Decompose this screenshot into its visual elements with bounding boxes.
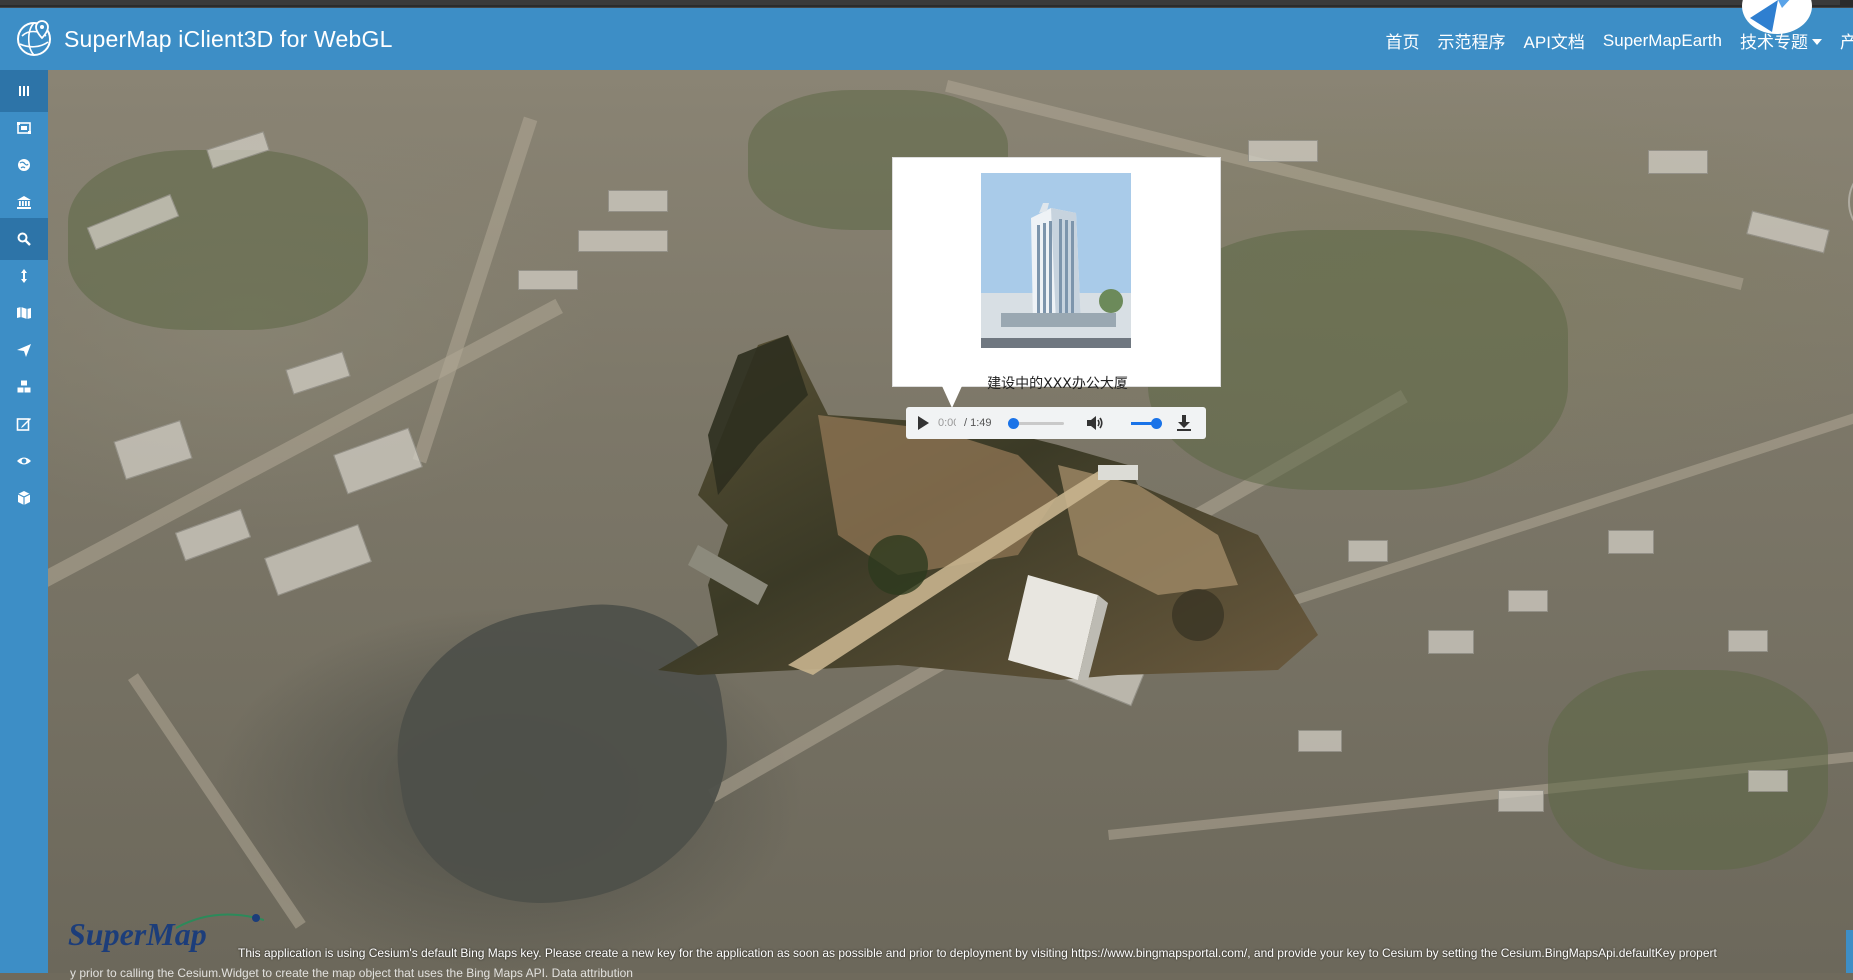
audio-current-time: 0:00 <box>938 417 956 429</box>
building <box>1428 630 1474 654</box>
sidebar-item-cube[interactable] <box>0 477 48 519</box>
cube-icon <box>17 491 31 505</box>
send-icon <box>17 344 31 357</box>
building <box>113 420 193 480</box>
browser-top-strip <box>0 0 1853 8</box>
cubes-icon <box>17 380 31 393</box>
nav-home-label: 首页 <box>1385 33 1420 52</box>
audio-player: 0:00 / 1:49 <box>906 407 1206 439</box>
bank-icon <box>17 196 31 209</box>
building <box>518 270 578 290</box>
nav-api-docs-label: API文档 <box>1523 33 1585 52</box>
edit-icon <box>16 418 31 431</box>
building <box>578 230 668 252</box>
sidebar-item-edit[interactable] <box>0 403 48 445</box>
building <box>1748 770 1788 792</box>
sidebar-item-picture[interactable] <box>0 107 48 149</box>
building <box>264 524 372 596</box>
building <box>608 190 668 212</box>
corner-badge-icon[interactable] <box>1742 0 1812 34</box>
logo-swoosh-icon <box>176 913 264 929</box>
nav-supermap-earth-label: SuperMapEarth <box>1602 30 1722 50</box>
compass-ring[interactable] <box>1848 162 1853 242</box>
nav-demos[interactable]: 示范程序 <box>1429 28 1515 53</box>
audio-progress-track[interactable] <box>1012 422 1064 425</box>
supermap-logo: SuperMap <box>68 913 264 953</box>
road <box>412 116 538 464</box>
building <box>285 351 351 395</box>
volume-handle[interactable] <box>1151 418 1162 429</box>
eye-icon <box>17 457 31 465</box>
app-title[interactable]: SuperMap iClient3D for WebGL <box>64 26 393 53</box>
globe-icon <box>18 159 30 171</box>
building <box>1728 630 1768 652</box>
building-photo <box>981 173 1131 348</box>
nav-api-docs[interactable]: API文档 <box>1515 28 1594 53</box>
nav-products-label: 产品 <box>1840 33 1853 52</box>
nav-home[interactable]: 首页 <box>1377 28 1429 53</box>
building <box>1498 790 1544 812</box>
nav-products[interactable]: 产品 <box>1831 28 1853 53</box>
bing-maps-credit: This application is using Cesium's defau… <box>238 946 1717 960</box>
sidebar-item-bank[interactable] <box>0 181 48 223</box>
building <box>174 508 252 562</box>
volume-icon[interactable] <box>1086 415 1104 431</box>
audio-duration: / 1:49 <box>964 417 992 429</box>
sidebar-item-layers[interactable] <box>0 70 48 112</box>
building <box>1348 540 1388 562</box>
popup-pointer <box>942 386 962 408</box>
building <box>1608 530 1654 554</box>
building <box>1298 730 1342 752</box>
info-popup: 建设中的XXX办公大厦 <box>892 157 1221 392</box>
nav-demos-label: 示范程序 <box>1437 33 1506 52</box>
sidebar-item-measure-height[interactable] <box>0 255 48 297</box>
play-icon[interactable] <box>918 416 929 430</box>
audio-progress-handle[interactable] <box>1008 418 1019 429</box>
search-icon <box>17 232 31 246</box>
bing-maps-credit-continued: y prior to calling the Cesium.Widget to … <box>70 966 633 980</box>
sidebar-item-eye[interactable] <box>0 440 48 482</box>
left-toolbar <box>0 70 48 973</box>
caret-down-icon <box>1812 39 1822 45</box>
resize-vertical-icon <box>21 269 27 283</box>
building <box>1746 210 1830 254</box>
download-icon[interactable] <box>1174 414 1194 432</box>
road <box>128 673 306 929</box>
sidebar-item-cubes[interactable] <box>0 366 48 408</box>
layers-icon <box>19 86 29 96</box>
building <box>1248 140 1318 162</box>
sidebar-item-globe[interactable] <box>0 144 48 186</box>
building <box>1508 590 1548 612</box>
supermap-globe-logo-icon[interactable] <box>14 18 54 58</box>
top-navbar: SuperMap iClient3D for WebGL 首页 示范程序 API… <box>0 0 1853 70</box>
scrollbar-edge[interactable] <box>1846 930 1853 973</box>
sidebar-item-map[interactable] <box>0 292 48 334</box>
map-icon <box>17 307 31 319</box>
sidebar-item-search[interactable] <box>0 218 48 260</box>
sidebar-item-send[interactable] <box>0 329 48 371</box>
nav-supermap-earth[interactable]: SuperMapEarth <box>1594 28 1731 53</box>
building <box>333 427 423 495</box>
picture-icon <box>17 122 31 134</box>
building <box>1648 150 1708 174</box>
